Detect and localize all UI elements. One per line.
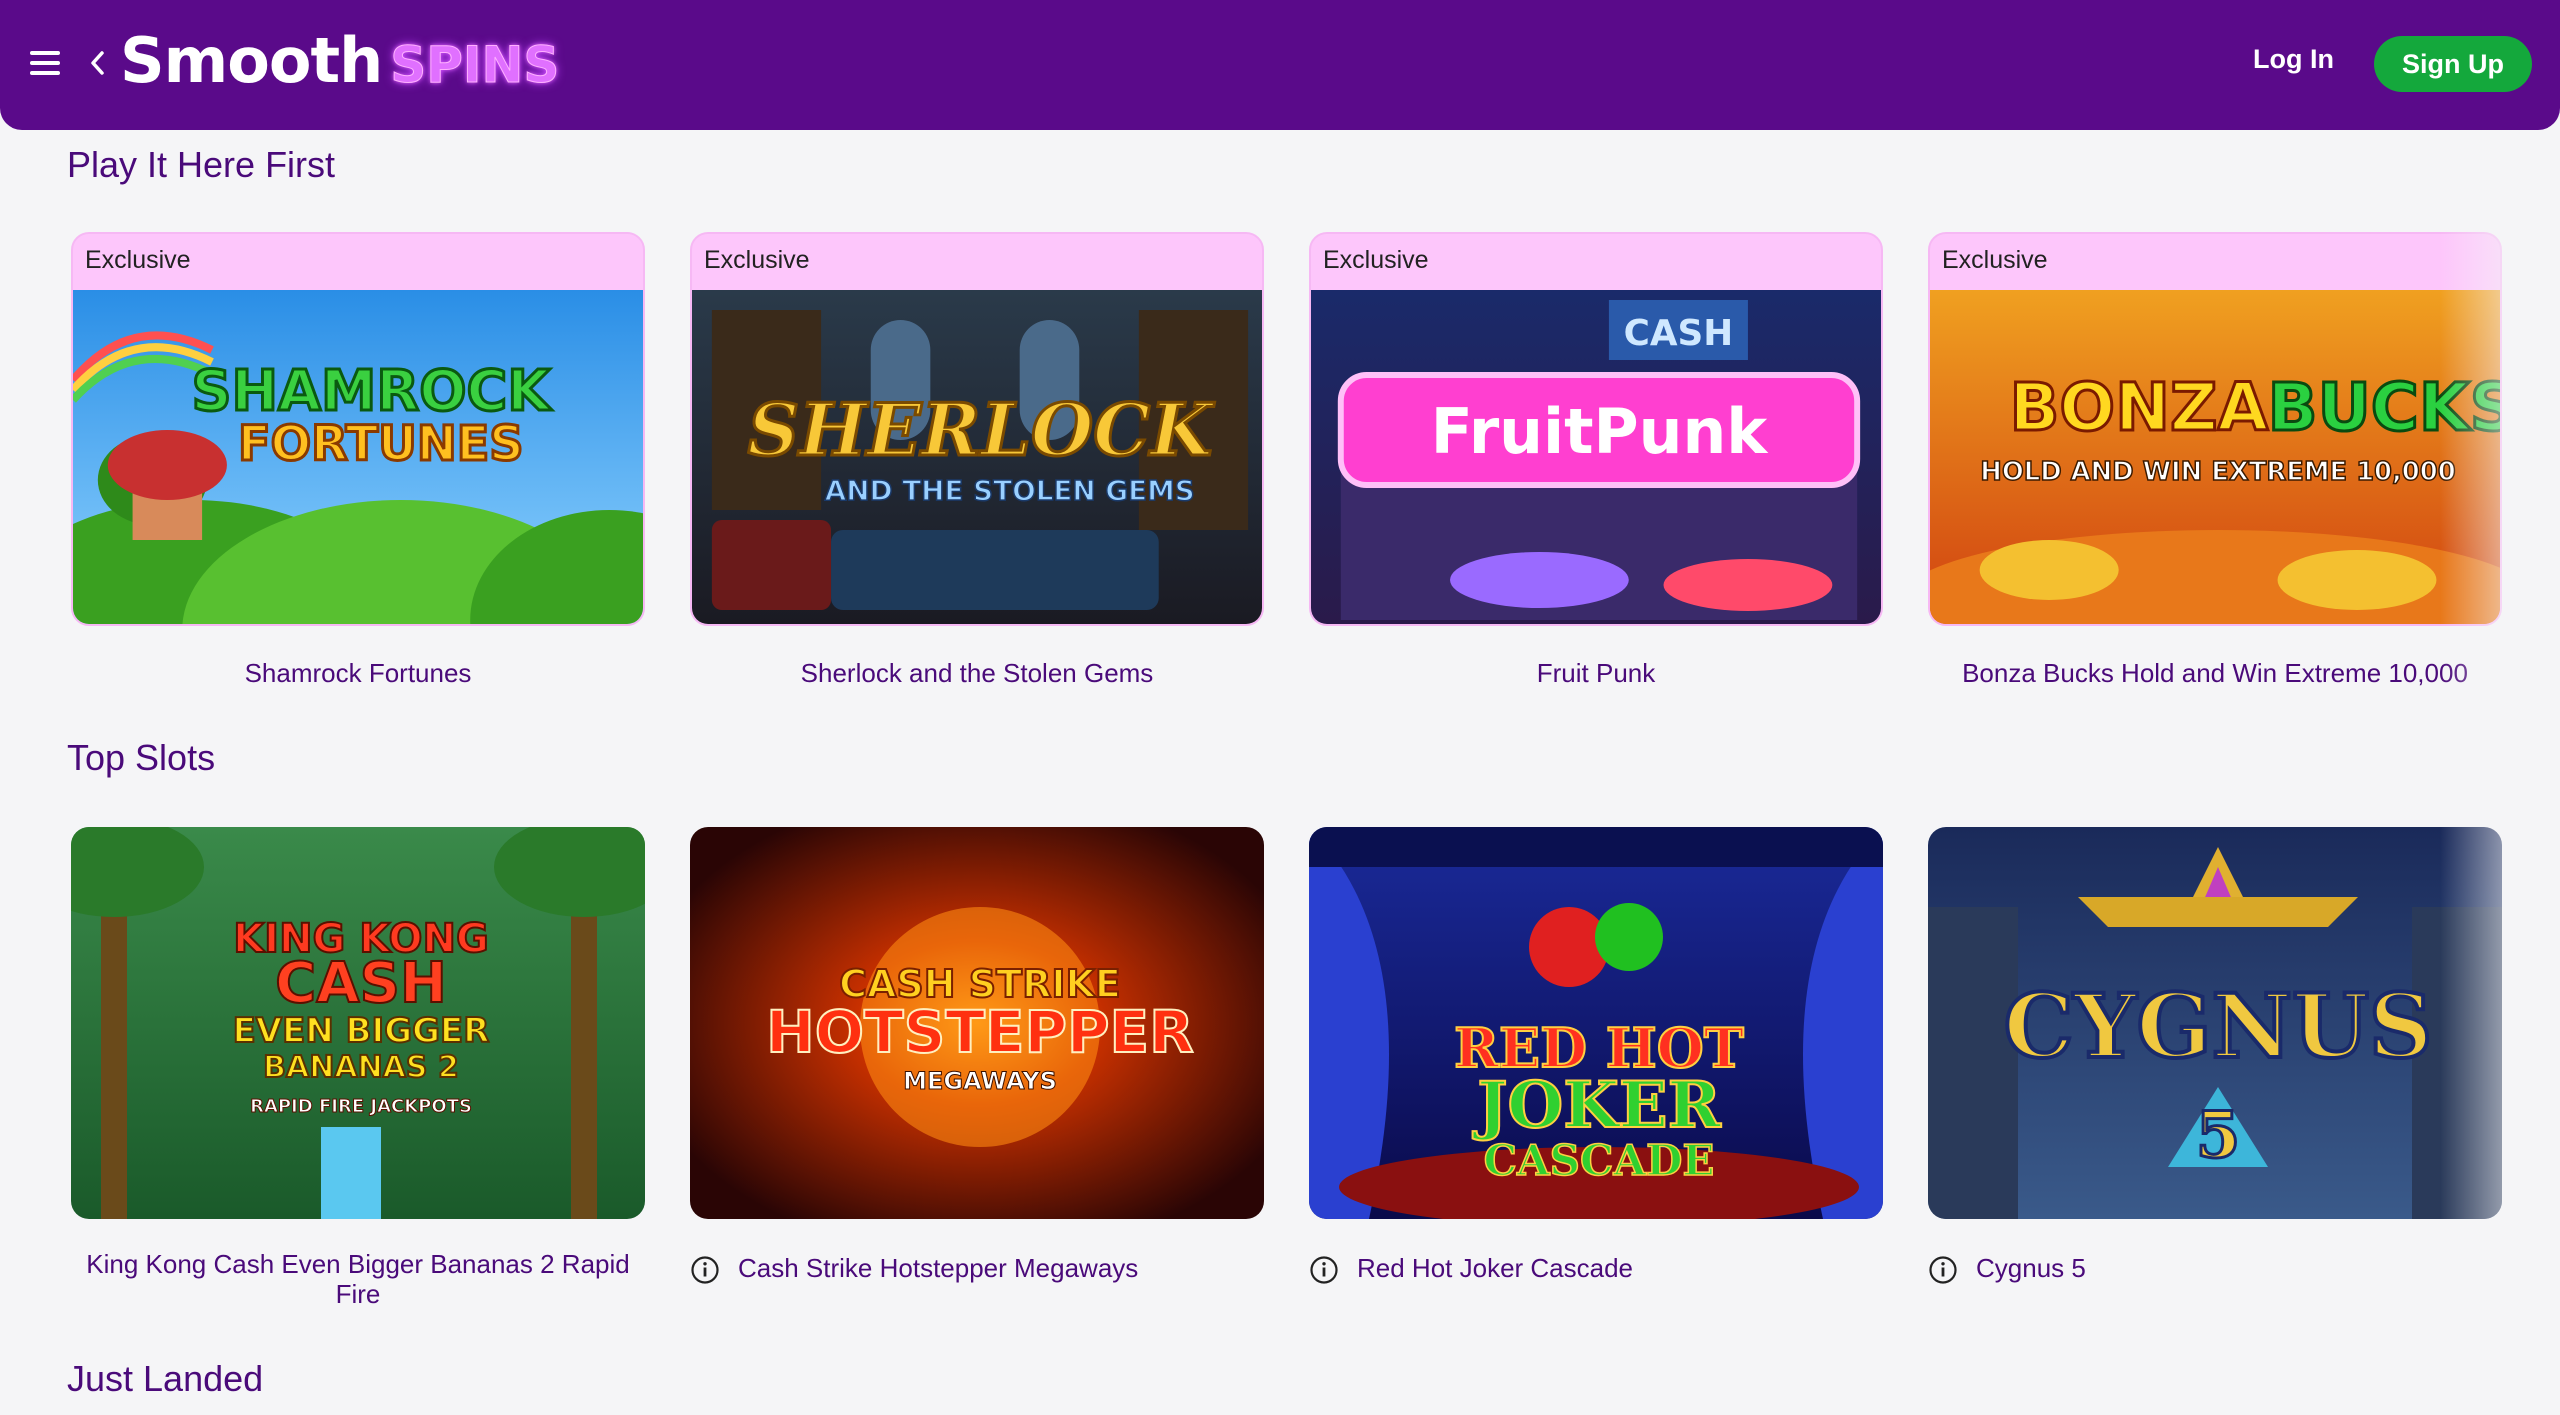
art-text: AND THE STOLEN GEMS bbox=[825, 474, 1195, 507]
top-header: Smooth SPINS Log In Sign Up bbox=[0, 0, 2560, 130]
info-icon[interactable] bbox=[1309, 1255, 1339, 1285]
logo-main-text: Smooth bbox=[120, 24, 383, 97]
game-tile[interactable]: Exclusive SHAMROCK FORTUNES bbox=[71, 232, 645, 626]
game-title[interactable]: Bonza Bucks Hold and Win Extreme 10,000 bbox=[1928, 658, 2502, 688]
game-card-sherlock[interactable]: Exclusive SHERLOCK AND THE STOLEN GEMS S… bbox=[690, 232, 1264, 688]
art-text: 5 bbox=[2196, 1098, 2241, 1173]
game-tile[interactable]: Exclusive BONZA BUCKS HOLD AND WIN EXTRE… bbox=[1928, 232, 2502, 626]
game-thumbnail[interactable]: CASH FruitPunk bbox=[1311, 290, 1881, 624]
login-link[interactable]: Log In bbox=[2253, 44, 2334, 75]
game-title[interactable]: King Kong Cash Even Bigger Bananas 2 Rap… bbox=[71, 1249, 645, 1309]
art-text: EVEN BIGGER bbox=[233, 1011, 490, 1051]
game-tile[interactable]: CYGNUS 5 bbox=[1928, 827, 2502, 1219]
exclusive-badge: Exclusive bbox=[1323, 246, 1429, 274]
art-text: BANANAS 2 bbox=[263, 1050, 459, 1085]
game-tile[interactable]: Exclusive CASH FruitPunk bbox=[1309, 232, 1883, 626]
game-card-cash-strike[interactable]: CASH STRIKE HOTSTEPPER MEGAWAYS Cash Str… bbox=[690, 827, 1264, 1284]
game-tile[interactable]: CASH STRIKE HOTSTEPPER MEGAWAYS bbox=[690, 827, 1264, 1219]
art-text: CASCADE bbox=[1484, 1136, 1715, 1185]
game-title[interactable]: Sherlock and the Stolen Gems bbox=[690, 658, 1264, 688]
section-title-top-slots: Top Slots bbox=[67, 737, 216, 778]
game-card-bonza-bucks[interactable]: Exclusive BONZA BUCKS HOLD AND WIN EXTRE… bbox=[1928, 232, 2502, 688]
game-tile[interactable]: RED HOT JOKER CASCADE bbox=[1309, 827, 1883, 1219]
svg-text:BONZA: BONZA bbox=[2009, 369, 2268, 446]
logo-accent-text: SPINS bbox=[390, 36, 560, 95]
section-title-play-first: Play It Here First bbox=[67, 144, 336, 185]
art-text: CASH bbox=[1624, 313, 1734, 354]
game-title[interactable]: Shamrock Fortunes bbox=[71, 658, 645, 688]
info-icon[interactable] bbox=[690, 1255, 720, 1285]
art-text: MEGAWAYS bbox=[903, 1067, 1057, 1095]
game-title[interactable]: Red Hot Joker Cascade bbox=[1357, 1253, 1633, 1283]
game-card-fruit-punk[interactable]: Exclusive CASH FruitPunk Fruit Punk bbox=[1309, 232, 1883, 688]
art-text: SHERLOCK bbox=[748, 388, 1215, 472]
game-thumbnail[interactable]: SHERLOCK AND THE STOLEN GEMS bbox=[692, 290, 1262, 624]
game-tile[interactable]: Exclusive SHERLOCK AND THE STOLEN GEMS bbox=[690, 232, 1264, 626]
game-thumbnail[interactable]: CYGNUS 5 bbox=[1928, 827, 2502, 1219]
game-thumbnail[interactable]: BONZA BUCKS HOLD AND WIN EXTREME 10,000 bbox=[1930, 290, 2500, 624]
art-text: HOLD AND WIN EXTREME 10,000 bbox=[1980, 457, 2455, 487]
game-card-shamrock-fortunes[interactable]: Exclusive SHAMROCK FORTUNES Shamrock For… bbox=[71, 232, 645, 688]
art-text: FruitPunk bbox=[1431, 396, 1769, 468]
info-icon[interactable] bbox=[1928, 1255, 1958, 1285]
game-title[interactable]: Cash Strike Hotstepper Megaways bbox=[738, 1253, 1138, 1283]
game-card-king-kong-cash[interactable]: KING KONG CASH EVEN BIGGER BANANAS 2 RAP… bbox=[71, 827, 645, 1309]
exclusive-badge: Exclusive bbox=[85, 246, 191, 274]
game-thumbnail[interactable]: CASH STRIKE HOTSTEPPER MEGAWAYS bbox=[690, 827, 1264, 1219]
art-text: CYGNUS bbox=[2004, 974, 2433, 1078]
signup-button[interactable]: Sign Up bbox=[2374, 36, 2532, 92]
chevron-left-icon[interactable] bbox=[86, 48, 108, 78]
exclusive-badge: Exclusive bbox=[704, 246, 810, 274]
site-logo[interactable]: Smooth SPINS bbox=[120, 24, 560, 104]
exclusive-badge: Exclusive bbox=[1942, 246, 2048, 274]
art-text: FORTUNES bbox=[238, 417, 524, 472]
art-text: SHAMROCK bbox=[191, 359, 552, 424]
section-title-just-landed: Just Landed bbox=[67, 1358, 264, 1399]
svg-text:BUCKS: BUCKS bbox=[2268, 369, 2500, 446]
game-title[interactable]: Fruit Punk bbox=[1309, 658, 1883, 688]
game-thumbnail[interactable]: SHAMROCK FORTUNES bbox=[73, 290, 643, 624]
menu-icon[interactable] bbox=[30, 51, 60, 77]
game-tile[interactable]: KING KONG CASH EVEN BIGGER BANANAS 2 RAP… bbox=[71, 827, 645, 1219]
game-thumbnail[interactable]: RED HOT JOKER CASCADE bbox=[1309, 827, 1883, 1219]
art-text: JOKER bbox=[1472, 1068, 1721, 1143]
game-card-red-hot-joker[interactable]: RED HOT JOKER CASCADE Red Hot Joker Casc… bbox=[1309, 827, 1883, 1284]
game-card-cygnus-5[interactable]: CYGNUS 5 Cygnus 5 bbox=[1928, 827, 2502, 1284]
art-text: CASH bbox=[275, 951, 447, 1016]
game-title[interactable]: Cygnus 5 bbox=[1976, 1253, 2086, 1283]
art-text: RAPID FIRE JACKPOTS bbox=[250, 1096, 472, 1117]
art-text: HOTSTEPPER bbox=[766, 998, 1194, 1066]
game-thumbnail[interactable]: KING KONG CASH EVEN BIGGER BANANAS 2 RAP… bbox=[71, 827, 645, 1219]
